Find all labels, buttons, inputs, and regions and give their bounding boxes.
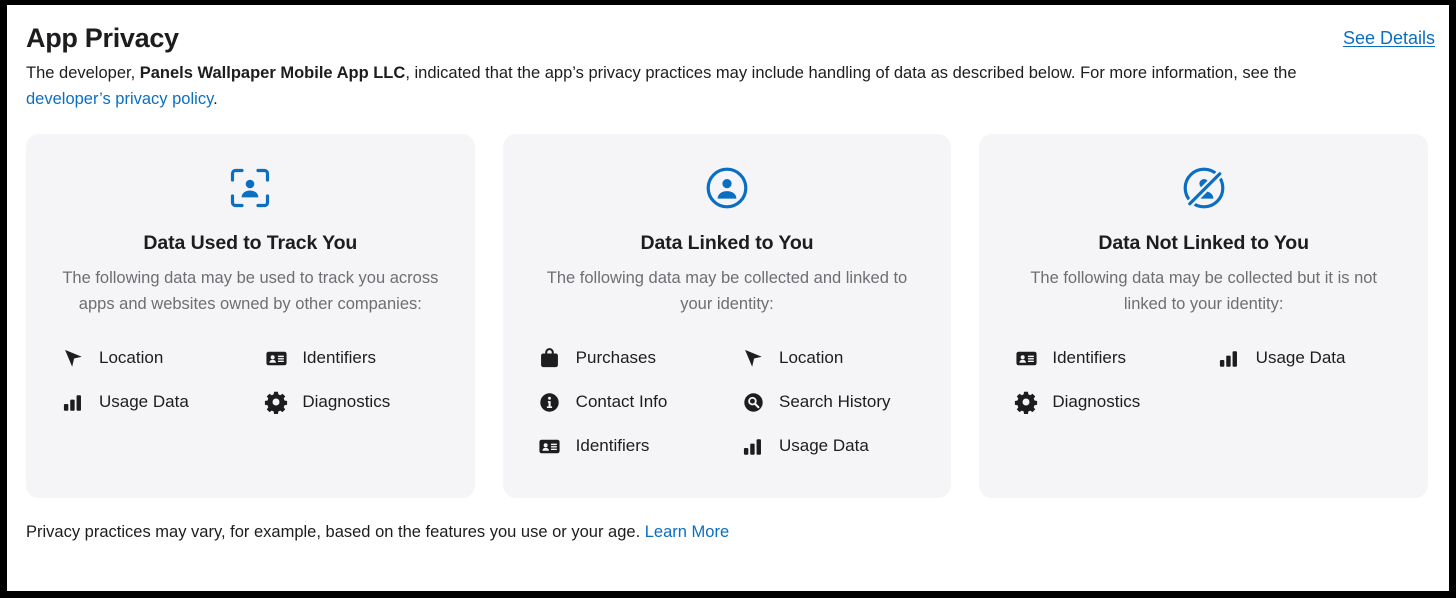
card-title: Data Used to Track You [143,232,358,254]
card-description: The following data may be used to track … [62,269,439,313]
data-type-label: Purchases [575,348,656,367]
data-type-label: Usage Data [1255,348,1346,367]
card-title: Data Linked to You [640,232,814,254]
data-type-item-identifiers: Identifiers [1013,339,1204,377]
usage-data-bars-icon [740,433,766,459]
data-type-label: Identifiers [1052,348,1127,367]
card-description: The following data may be collected but … [1030,269,1378,313]
footer-text: Privacy practices may vary, for example,… [26,523,645,541]
panel-header: App Privacy See Details [7,5,1449,61]
data-type-item-usage-data: Usage Data [740,427,931,465]
usage-data-bars-icon [1217,345,1243,371]
privacy-cards-row: Data Used to Track You The following dat… [26,134,1429,498]
purchases-bag-icon [537,345,563,371]
data-type-item-identifiers: Identifiers [537,427,728,465]
privacy-card-data-not-linked-to-you: Data Not Linked to You The following dat… [979,134,1429,498]
data-type-label: Usage Data [99,392,189,411]
developer-privacy-policy-link[interactable]: developer’s privacy policy [26,90,213,108]
intro-text-body: , indicated that the app’s privacy pract… [405,64,1297,82]
identifiers-id-card-icon [263,345,289,371]
linked-person-circle-icon [705,166,749,210]
privacy-card-data-linked-to-you: Data Linked to You The following data ma… [502,134,952,498]
data-type-item-location: Location [740,339,931,377]
search-history-magnifier-icon [740,389,766,415]
usage-data-bars-icon [60,389,86,415]
privacy-footer-note: Privacy practices may vary, for example,… [26,520,1428,544]
privacy-card-data-used-to-track-you: Data Used to Track You The following dat… [26,134,475,498]
diagnostics-gear-icon [263,389,289,415]
privacy-intro-paragraph: The developer, Panels Wallpaper Mobile A… [26,61,1366,112]
data-type-label: Location [779,348,844,367]
not-linked-person-circle-slash-icon [1182,166,1226,210]
data-type-item-contact-info: Contact Info [537,383,728,421]
contact-info-circle-i-icon [537,389,563,415]
data-type-item-diagnostics: Diagnostics [263,383,454,421]
identifiers-id-card-icon [537,433,563,459]
intro-text-lead: The developer, [26,64,140,82]
identifiers-id-card-icon [1013,345,1039,371]
location-arrow-icon [60,345,86,371]
data-type-label: Contact Info [575,392,668,411]
data-type-label: Search History [779,392,891,411]
data-type-grid: Purchases Location Contact Info Search H… [523,339,932,465]
see-details-link[interactable]: See Details [1343,28,1435,49]
data-type-item-usage-data: Usage Data [60,383,251,421]
data-type-label: Diagnostics [302,392,391,411]
data-type-item-diagnostics: Diagnostics [1013,383,1204,421]
location-arrow-icon [740,345,766,371]
learn-more-link[interactable]: Learn More [645,523,729,541]
data-type-item-usage-data: Usage Data [1217,339,1408,377]
data-type-item-purchases: Purchases [537,339,728,377]
app-privacy-panel: App Privacy See Details The developer, P… [7,5,1449,591]
data-type-label: Diagnostics [1052,392,1141,411]
card-description: The following data may be collected and … [546,269,908,313]
intro-text-tail: . [213,89,218,108]
diagnostics-gear-icon [1013,389,1039,415]
developer-name: Panels Wallpaper Mobile App LLC [139,64,406,82]
data-type-label: Location [99,348,164,367]
data-type-item-location: Location [60,339,251,377]
data-type-grid: Location Identifiers Usage Data Diagnost… [46,339,455,421]
data-type-item-search-history: Search History [740,383,931,421]
data-type-label: Usage Data [779,436,869,455]
data-type-item-identifiers: Identifiers [263,339,454,377]
data-type-label: Identifiers [575,436,650,455]
data-type-grid: Identifiers Usage Data Diagnostics [999,339,1408,421]
data-type-label: Identifiers [302,348,377,367]
page-title: App Privacy [26,23,179,53]
track-person-viewfinder-icon [228,166,272,210]
card-title: Data Not Linked to You [1098,232,1309,254]
